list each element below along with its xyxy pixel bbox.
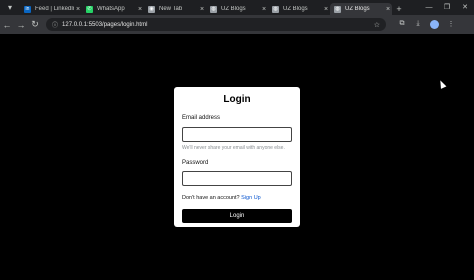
site-info-icon[interactable]: ⓘ bbox=[52, 20, 58, 29]
back-icon[interactable]: ← bbox=[0, 20, 14, 30]
maximize-icon[interactable]: ❐ bbox=[438, 0, 456, 15]
globe-icon: ◍ bbox=[210, 5, 217, 13]
download-icon[interactable]: ⤓ bbox=[410, 20, 426, 29]
tab-close-icon[interactable]: × bbox=[260, 6, 268, 13]
minimize-icon[interactable]: — bbox=[420, 0, 438, 15]
browser-tab[interactable]: in Feed | LinkedIn × bbox=[20, 3, 82, 15]
reload-icon[interactable]: ↻ bbox=[28, 19, 42, 30]
tab-title: WhatsApp bbox=[97, 6, 125, 12]
window-controls: — ❐ ✕ bbox=[420, 0, 474, 15]
linkedin-icon: in bbox=[24, 5, 31, 13]
email-field[interactable] bbox=[182, 126, 292, 142]
browser-tab[interactable]: ✆ WhatsApp × bbox=[82, 3, 144, 15]
profile-avatar[interactable] bbox=[430, 20, 439, 29]
address-bar[interactable]: ⓘ 127.0.0.1:5503/pages/login.html ☆ bbox=[46, 18, 386, 31]
globe-icon: ◍ bbox=[272, 5, 279, 13]
toolbar-actions: ⧉ ⤓ ⋮ bbox=[394, 20, 459, 29]
tab-close-icon[interactable]: × bbox=[198, 6, 206, 13]
tab-title: New Tab bbox=[159, 6, 183, 12]
tab-close-icon[interactable]: × bbox=[136, 6, 144, 13]
forward-icon[interactable]: → bbox=[14, 20, 28, 30]
browser-toolbar: ← → ↻ ⓘ 127.0.0.1:5503/pages/login.html … bbox=[0, 15, 474, 34]
signup-prompt: Don't have an account? Sign Up bbox=[182, 195, 292, 202]
tab-close-icon[interactable]: × bbox=[322, 6, 330, 13]
browser-tab[interactable]: ◉ New Tab × bbox=[144, 3, 206, 15]
close-window-icon[interactable]: ✕ bbox=[456, 0, 474, 15]
tab-strip: ▾ in Feed | LinkedIn × ✆ WhatsApp × ◉ New Tab × ◍… bbox=[0, 0, 474, 15]
new-tab-icon[interactable]: + bbox=[392, 4, 406, 14]
email-label: Email address bbox=[182, 115, 221, 121]
browser-tab[interactable]: ◍ UZ Blogs × bbox=[268, 3, 330, 15]
login-card: Login Email address We'll never share yo… bbox=[174, 87, 300, 227]
extensions-icon[interactable]: ⧉ bbox=[394, 20, 410, 29]
mouse-cursor-icon bbox=[437, 79, 447, 89]
login-button[interactable]: Login bbox=[182, 209, 292, 223]
email-help-text: We'll never share your email with anyone… bbox=[182, 144, 285, 151]
browser-tab[interactable]: ◍ UZ Blogs × bbox=[330, 3, 392, 15]
password-field[interactable] bbox=[182, 171, 292, 186]
tab-title: UZ Blogs bbox=[221, 6, 246, 12]
password-label: Password bbox=[182, 159, 209, 166]
tab-search-icon[interactable]: ▾ bbox=[0, 0, 20, 15]
tab-title: UZ Blogs bbox=[283, 6, 308, 12]
tab-title: Feed | LinkedIn bbox=[35, 6, 74, 12]
signup-link[interactable]: Sign Up bbox=[241, 195, 261, 201]
tab-list: in Feed | LinkedIn × ✆ WhatsApp × ◉ New Tab × ◍ UZ… bbox=[20, 0, 392, 15]
menu-icon[interactable]: ⋮ bbox=[443, 20, 459, 29]
browser-tab[interactable]: ◍ UZ Blogs × bbox=[206, 3, 268, 15]
globe-icon: ◍ bbox=[334, 5, 341, 13]
tab-close-icon[interactable]: × bbox=[74, 6, 82, 13]
url-text[interactable]: 127.0.0.1:5503/pages/login.html bbox=[62, 22, 374, 28]
page-title: Login bbox=[223, 94, 251, 105]
signup-prompt-text: Don't have an account? bbox=[182, 195, 240, 201]
tab-close-icon[interactable]: × bbox=[384, 6, 392, 13]
whatsapp-icon: ✆ bbox=[86, 5, 93, 13]
bookmark-star-icon[interactable]: ☆ bbox=[374, 21, 380, 29]
chrome-icon: ◉ bbox=[148, 5, 155, 13]
tab-title: UZ Blogs bbox=[345, 6, 370, 12]
